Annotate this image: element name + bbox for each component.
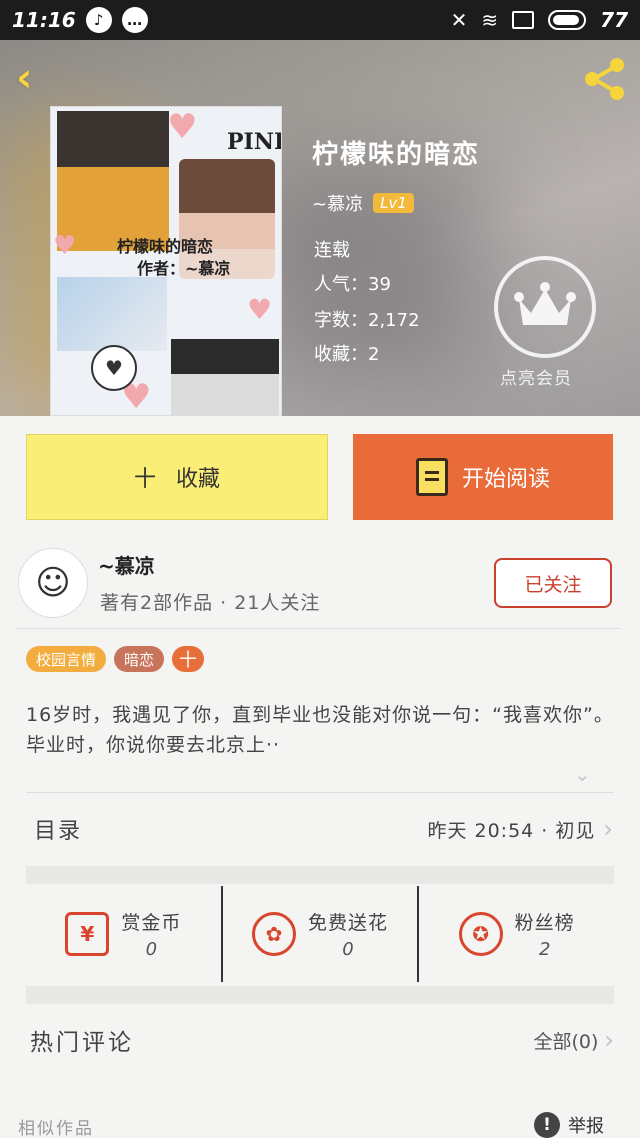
- tag-list: 校园言情 暗恋 十: [26, 646, 205, 672]
- share-icon[interactable]: [580, 54, 630, 104]
- toc-latest: 昨天 20:54 · 初见 ›: [427, 815, 614, 843]
- tag-crush[interactable]: 暗恋: [114, 646, 165, 672]
- chevron-right-icon: ›: [604, 1026, 614, 1054]
- toc-title: 目录: [34, 819, 83, 844]
- start-reading-button[interactable]: 开始阅读: [353, 434, 613, 520]
- alert-icon: !: [534, 1112, 560, 1138]
- battery-level: 77: [600, 8, 628, 32]
- book-icon: [415, 458, 448, 496]
- stat-label: 粉丝榜: [514, 912, 575, 934]
- tag-campus-romance[interactable]: 校园言情: [26, 646, 107, 672]
- stat-label: 赏金币: [121, 912, 182, 934]
- author-card: ☺ ~慕凉 著有2部作品 · 21人关注 已关注: [0, 540, 640, 628]
- read-label: 开始阅读: [461, 467, 550, 492]
- vip-label: 点亮会员: [500, 369, 572, 389]
- book-word-count: 字数：2,172: [314, 310, 420, 331]
- medal-icon: ✪: [458, 912, 503, 956]
- heart-icon: ♥: [53, 231, 77, 261]
- add-favorite-button[interactable]: 十 收藏: [26, 434, 328, 520]
- book-cover[interactable]: ♥ ♥ ♥ ♥ PINK 柠檬味的暗恋 作者：~慕凉 ♥: [50, 106, 282, 416]
- book-title: 柠檬味的暗恋: [312, 140, 481, 170]
- book-header: ‹ ♥ ♥ ♥ ♥ PINK 柠檬味的暗恋 作者：~慕凉 ♥ 柠檬味的暗恋 ~慕…: [0, 40, 640, 416]
- comments-row: 热门评论 全部(0) ›: [26, 1006, 614, 1074]
- similar-works-title: 相似作品: [18, 1119, 94, 1138]
- stat-value: 2: [538, 939, 551, 960]
- flower-icon: ✿: [252, 912, 296, 956]
- heart-stamp-icon: ♥: [91, 345, 137, 391]
- cover-title: 柠檬味的暗恋: [117, 237, 214, 256]
- status-bar: 11:16 ♪ … ✕ ≋ 77: [0, 0, 640, 40]
- music-icon: ♪: [85, 7, 112, 33]
- heart-icon: ♥: [247, 293, 273, 326]
- author-name[interactable]: ~慕凉: [98, 550, 155, 579]
- comments-title: 热门评论: [30, 1030, 134, 1056]
- crown-icon: [514, 282, 576, 325]
- cover-author: 作者：~慕凉: [137, 259, 231, 278]
- book-author-line: ~慕凉 Lv1: [312, 190, 414, 216]
- report-button[interactable]: ! 举报: [534, 1112, 604, 1138]
- report-label: 举报: [568, 1116, 604, 1137]
- plus-icon: 十: [133, 467, 156, 492]
- level-badge: Lv1: [373, 193, 414, 213]
- red-envelope-icon: ¥: [65, 912, 110, 956]
- all-comments-link[interactable]: 全部(0) ›: [533, 1026, 614, 1054]
- chevron-down-icon[interactable]: ⌄: [574, 762, 594, 786]
- divider: [16, 628, 620, 629]
- book-status: 连载: [314, 240, 350, 261]
- heart-icon: ♥: [167, 107, 198, 147]
- battery-icon: [548, 10, 587, 30]
- screen-icon: [512, 11, 535, 29]
- stat-value: 0: [342, 939, 354, 960]
- toc-row[interactable]: 目录 昨天 20:54 · 初见 ›: [26, 796, 614, 862]
- cover-word: PINK: [227, 129, 281, 155]
- section-gap: [26, 866, 614, 884]
- stat-value: 0: [145, 939, 158, 960]
- avatar[interactable]: ☺: [18, 548, 88, 618]
- synopsis: 16岁时，我遇见了你，直到毕业也没能对你说一句：“我喜欢你”。毕业时，你说你要去…: [26, 704, 614, 756]
- send-flower-button[interactable]: ✿ 免费送花 0: [220, 886, 418, 982]
- stats-row: ¥ 赏金币 0 ✿ 免费送花 0 ✪ 粉丝榜 2: [26, 886, 614, 982]
- stat-label: 免费送花: [308, 912, 389, 934]
- book-popularity: 人气：39: [314, 274, 391, 295]
- author-stats: 著有2部作品 · 21人关注: [100, 592, 321, 614]
- all-comments-label: 全部(0): [533, 1030, 599, 1053]
- favorite-label: 收藏: [176, 467, 221, 492]
- tip-coins-button[interactable]: ¥ 赏金币 0: [26, 886, 221, 982]
- section-gap: [26, 986, 614, 1004]
- add-tag-button[interactable]: 十: [172, 646, 205, 672]
- back-icon[interactable]: ‹: [16, 58, 56, 98]
- fan-ranking-button[interactable]: ✪ 粉丝榜 2: [417, 886, 614, 982]
- vip-button[interactable]: [494, 256, 596, 358]
- wifi-icon: ≋: [481, 8, 499, 32]
- book-favorites: 收藏：2: [314, 344, 380, 365]
- status-time: 11:16: [12, 8, 76, 32]
- follow-button[interactable]: 已关注: [494, 558, 612, 608]
- mute-icon: ✕: [450, 8, 468, 32]
- wechat-icon: …: [121, 7, 148, 33]
- chevron-right-icon: ›: [603, 815, 614, 843]
- toc-latest-info: 昨天 20:54 · 初见: [427, 819, 596, 842]
- book-author[interactable]: ~慕凉: [312, 190, 363, 216]
- divider: [26, 792, 614, 793]
